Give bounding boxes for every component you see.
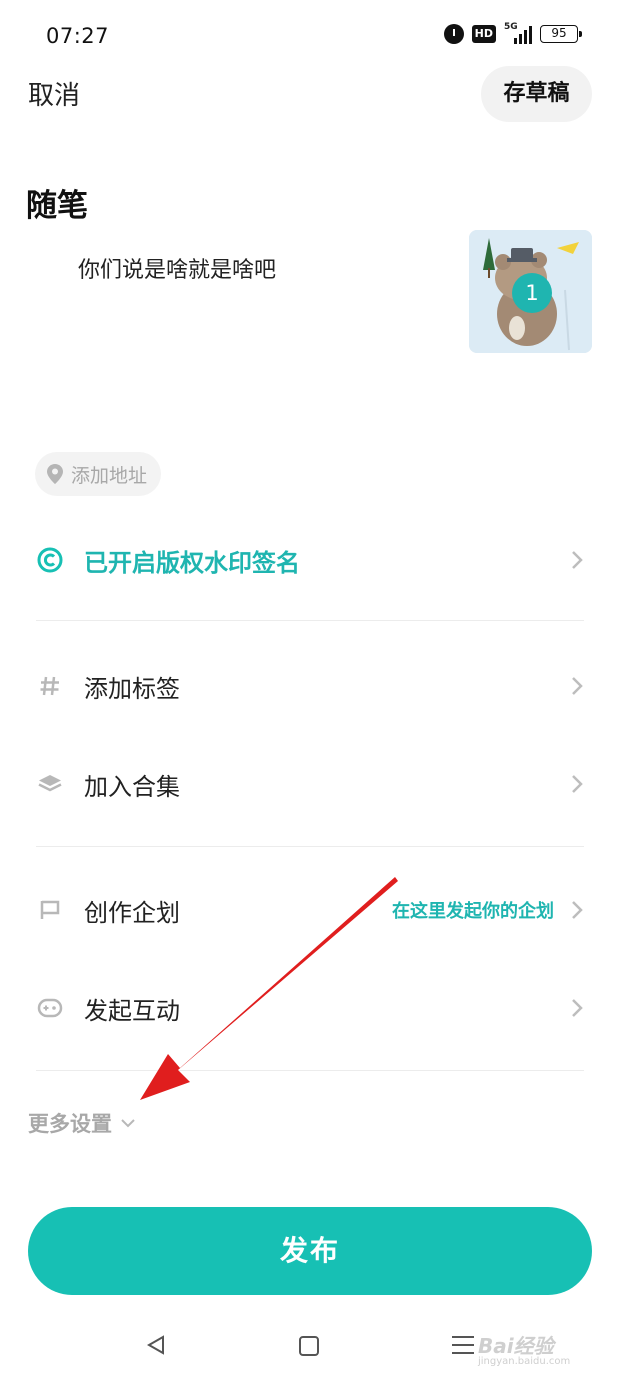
watermark-brand: Bai经验 [478,1334,554,1358]
divider [36,620,584,621]
nav-back-icon[interactable] [145,1334,167,1356]
chevron-right-icon [572,551,583,569]
add-location-button[interactable]: 添加地址 [35,452,162,496]
creation-plan-row[interactable]: 创作企划 在这里发起你的企划 [0,865,620,955]
copyright-watermark-row[interactable]: 已开启版权水印签名 [0,515,620,605]
post-body[interactable]: 你们说是啥就是啥吧 [78,252,276,284]
gamepad-icon [36,994,64,1022]
add-collection-label: 加入合集 [84,772,180,801]
chevron-right-icon [572,999,583,1017]
chevron-right-icon [572,775,583,793]
nav-home-icon[interactable] [299,1336,319,1356]
image-count-badge: 1 [512,273,552,313]
copyright-icon [36,546,64,574]
cancel-button[interactable]: 取消 [28,78,80,114]
location-placeholder: 添加地址 [71,464,148,487]
divider [36,1070,584,1071]
signal-icon: 5G [504,22,532,44]
creation-plan-hint: 在这里发起你的企划 [392,901,554,922]
add-tag-label: 添加标签 [84,674,180,703]
location-pin-icon [47,464,63,484]
save-draft-button[interactable]: 存草稿 [481,66,592,122]
chevron-down-icon [121,1119,135,1128]
publish-button[interactable]: 发布 [28,1207,592,1295]
layers-icon [36,770,64,798]
add-tag-row[interactable]: 添加标签 [0,641,620,731]
status-bar: 07:27 HD 5G 95 [0,0,620,72]
more-settings-label: 更多设置 [28,1112,112,1136]
network-label: 5G [504,22,518,32]
copyright-label: 已开启版权水印签名 [84,548,300,577]
alarm-icon [443,24,464,44]
divider [36,846,584,847]
nav-menu-icon[interactable] [452,1336,474,1360]
watermark-url: jingyan.baidu.com [478,1356,571,1367]
hashtag-icon [36,672,64,700]
chevron-right-icon [572,901,583,919]
start-interaction-row[interactable]: 发起互动 [0,963,620,1053]
post-title[interactable]: 随笔 [26,180,88,225]
status-icons: HD 5G 95 [443,22,582,44]
hd-badge: HD [471,25,496,43]
chevron-right-icon [572,677,583,695]
start-interaction-label: 发起互动 [84,996,180,1025]
status-time: 07:27 [46,24,110,48]
battery-icon: 95 [540,25,582,43]
more-settings-toggle[interactable]: 更多设置 [28,1108,136,1138]
creation-plan-label: 创作企划 [84,898,180,927]
add-collection-row[interactable]: 加入合集 [0,739,620,829]
flag-icon [36,896,64,924]
image-thumbnail[interactable]: 1 [469,230,592,353]
